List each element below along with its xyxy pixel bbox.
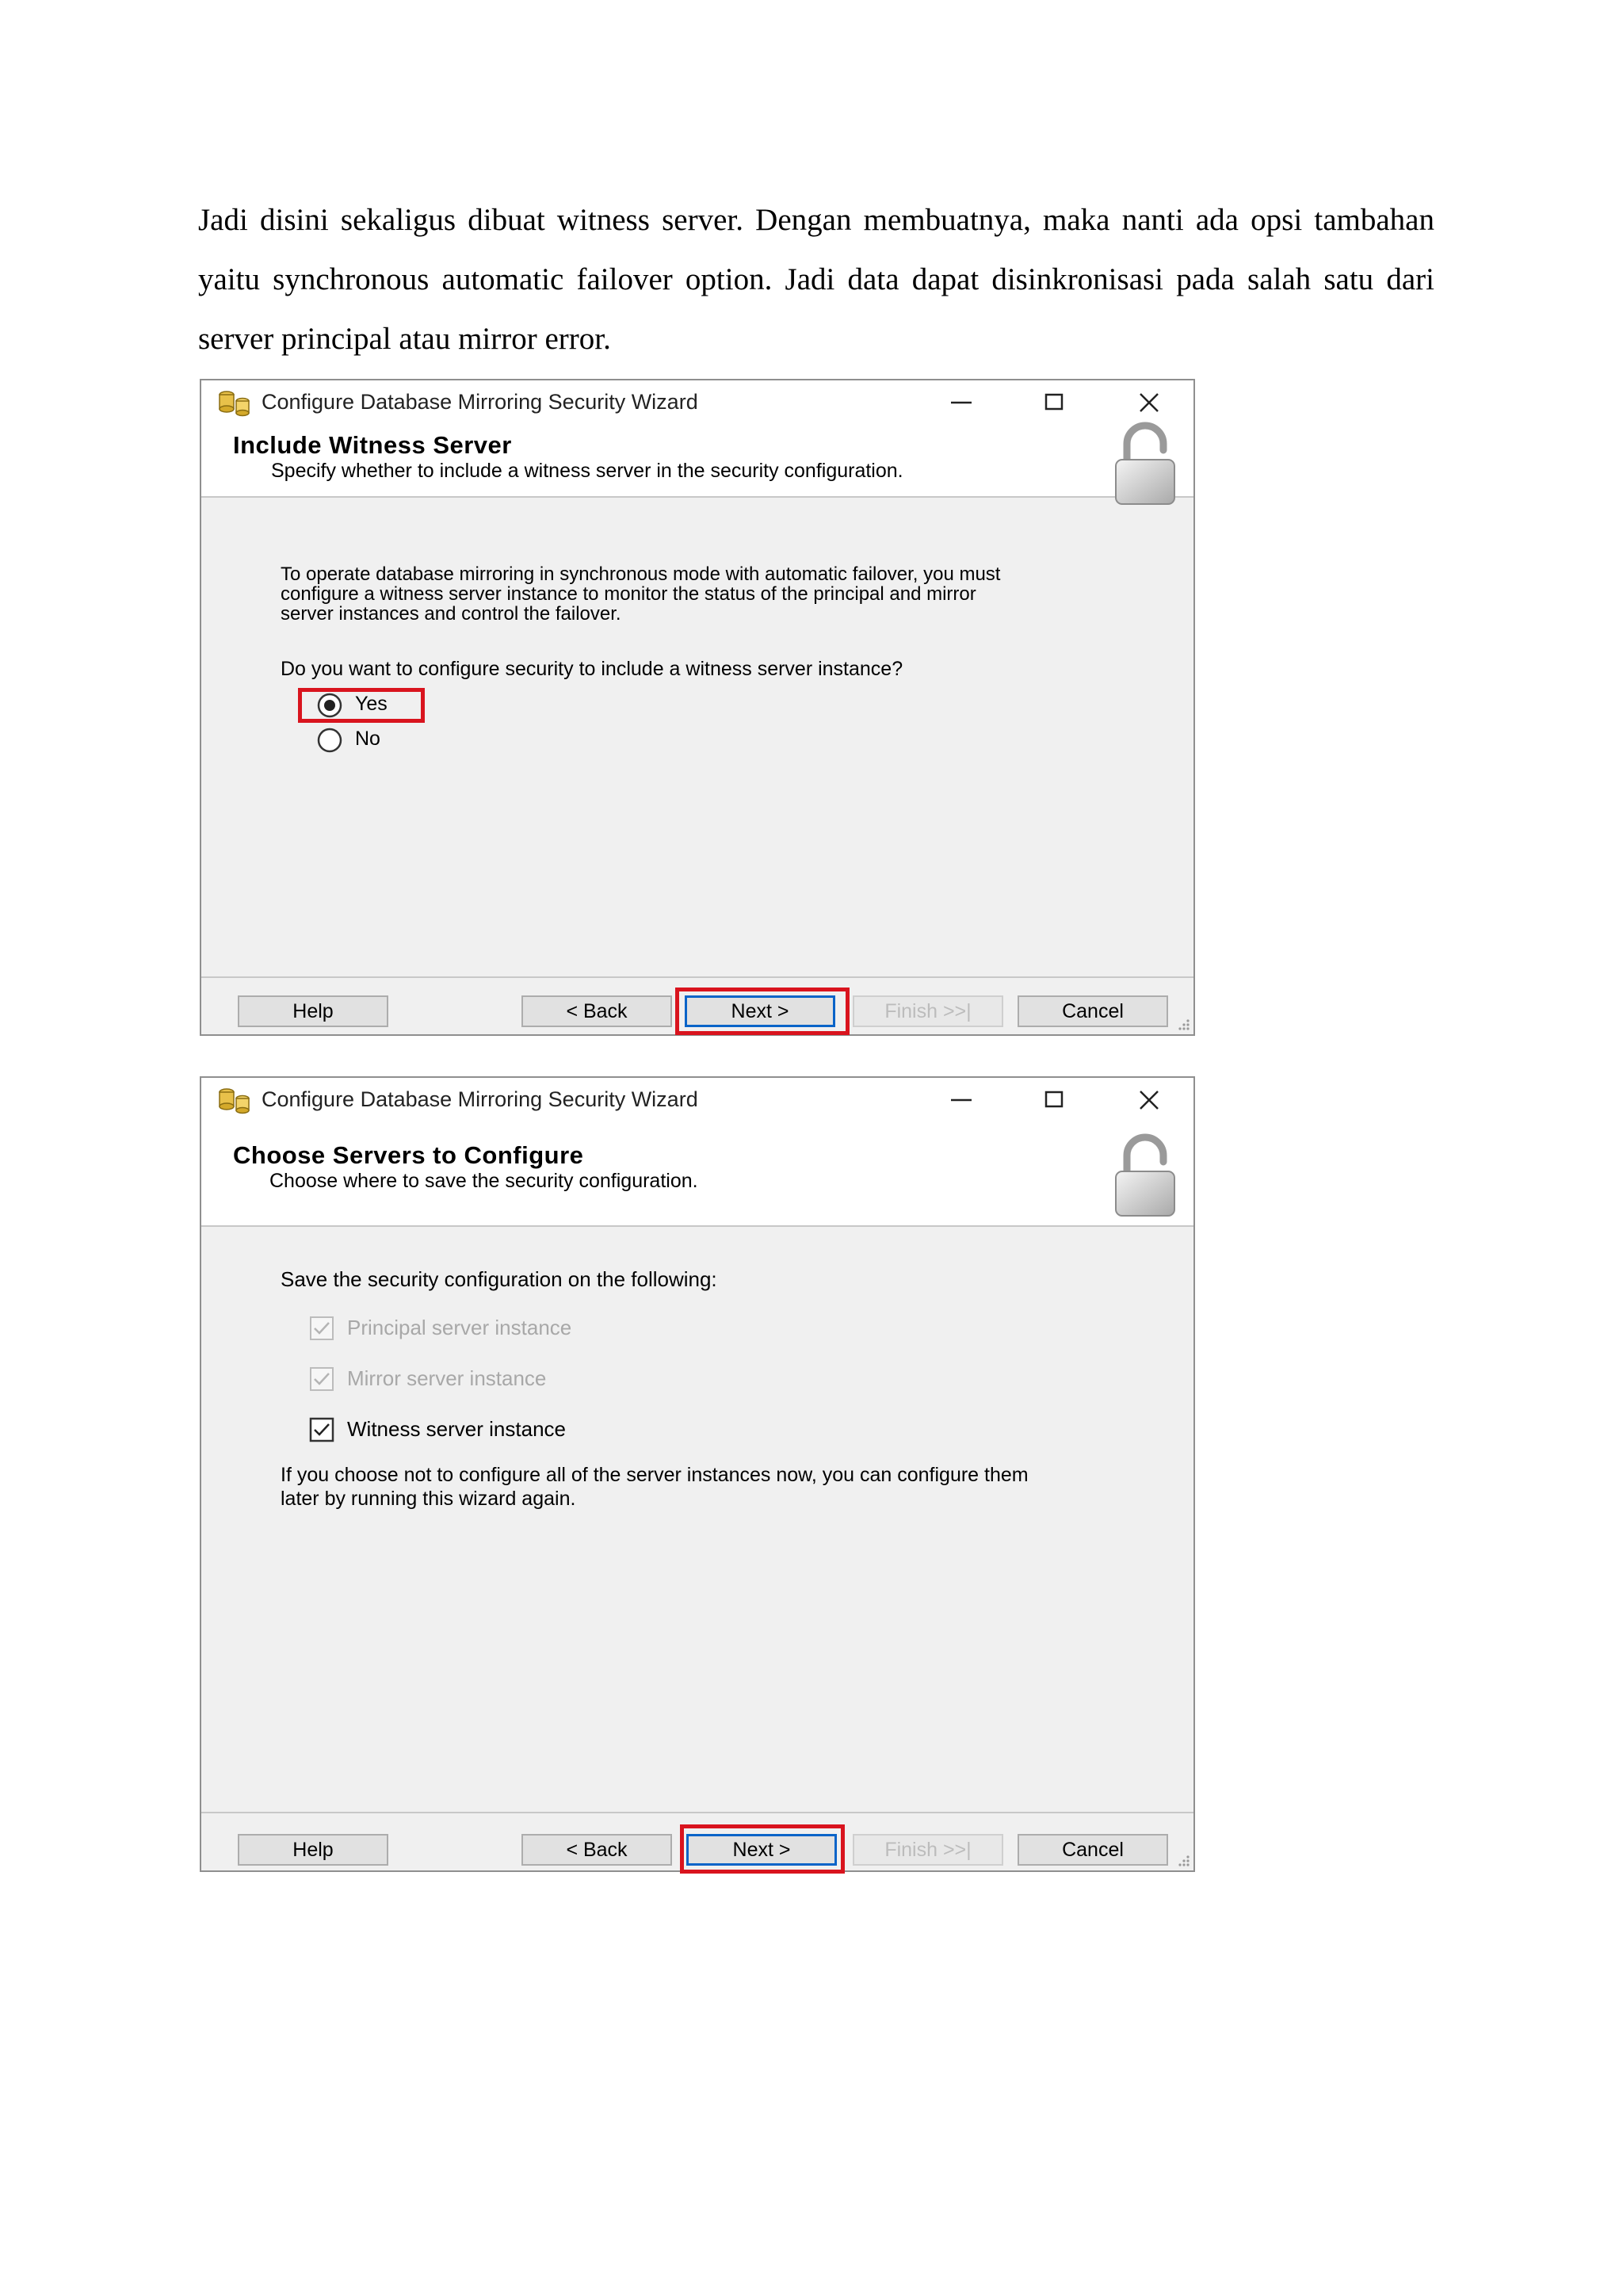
- mirror-checkbox: [310, 1367, 334, 1391]
- radio-no[interactable]: [315, 726, 344, 755]
- wizard-window-choose-servers: Configure Database Mirroring Security Wi…: [200, 1076, 1195, 1874]
- note-line-1: If you choose not to configure all of th…: [281, 1464, 1029, 1486]
- lock-icon: [1115, 422, 1175, 505]
- close-icon[interactable]: [1125, 384, 1173, 422]
- help-button[interactable]: Help: [238, 1834, 388, 1866]
- witness-checkbox-label[interactable]: Witness server instance: [347, 1417, 566, 1442]
- database-wizard-icon: [219, 1088, 250, 1114]
- page-title: Include Witness Server: [233, 431, 512, 459]
- lock-icon: [1115, 1133, 1175, 1217]
- maximize-icon[interactable]: [1030, 384, 1078, 422]
- back-button[interactable]: < Back: [521, 1834, 672, 1866]
- resize-grip-icon[interactable]: [1176, 1017, 1190, 1031]
- radio-no-label[interactable]: No: [355, 728, 380, 751]
- back-button[interactable]: < Back: [521, 995, 672, 1027]
- description-line-3: server instances and control the failove…: [281, 603, 621, 625]
- radio-yes[interactable]: [315, 691, 344, 720]
- finish-button: Finish >>|: [853, 995, 1003, 1027]
- database-wizard-icon: [219, 391, 250, 417]
- next-button[interactable]: Next >: [685, 995, 835, 1027]
- cancel-button[interactable]: Cancel: [1018, 995, 1168, 1027]
- save-prompt: Save the security configuration on the f…: [281, 1267, 717, 1291]
- title-bar[interactable]: Configure Database Mirroring Security Wi…: [201, 1078, 1193, 1124]
- page-subtitle: Specify whether to include a witness ser…: [271, 460, 903, 482]
- wizard-header: Include Witness Server Specify whether t…: [201, 422, 1193, 505]
- help-button[interactable]: Help: [238, 995, 388, 1027]
- footer-divider: [201, 1812, 1193, 1813]
- mirror-checkbox-label: Mirror server instance: [347, 1366, 547, 1390]
- maximize-icon[interactable]: [1030, 1081, 1078, 1119]
- minimize-icon[interactable]: [937, 384, 984, 422]
- resize-grip-icon[interactable]: [1176, 1853, 1190, 1867]
- page-subtitle: Choose where to save the security config…: [269, 1170, 698, 1192]
- next-button[interactable]: Next >: [686, 1834, 837, 1866]
- description-line-2: configure a witness server instance to m…: [281, 583, 976, 605]
- body-paragraph: Jadi disini sekaligus dibuat witness ser…: [198, 203, 1434, 356]
- footer-divider: [201, 976, 1193, 978]
- principal-checkbox-label: Principal server instance: [347, 1316, 572, 1339]
- finish-button: Finish >>|: [853, 1834, 1003, 1866]
- note-line-2: later by running this wizard again.: [281, 1488, 576, 1510]
- close-icon[interactable]: [1125, 1081, 1173, 1119]
- wizard-window-include-witness: Configure Database Mirroring Security Wi…: [200, 379, 1195, 1036]
- wizard-header: Choose Servers to Configure Choose where…: [201, 1124, 1193, 1227]
- window-title: Configure Database Mirroring Security Wi…: [262, 1087, 698, 1111]
- cancel-button[interactable]: Cancel: [1018, 1834, 1168, 1866]
- witness-question: Do you want to configure security to inc…: [281, 658, 903, 680]
- title-bar[interactable]: Configure Database Mirroring Security Wi…: [201, 380, 1193, 426]
- witness-checkbox[interactable]: [309, 1417, 334, 1442]
- window-title: Configure Database Mirroring Security Wi…: [262, 390, 698, 414]
- minimize-icon[interactable]: [937, 1081, 984, 1119]
- page-title: Choose Servers to Configure: [233, 1141, 584, 1169]
- radio-yes-label[interactable]: Yes: [355, 693, 388, 716]
- principal-checkbox: [310, 1316, 334, 1340]
- description-line-1: To operate database mirroring in synchro…: [281, 563, 1001, 585]
